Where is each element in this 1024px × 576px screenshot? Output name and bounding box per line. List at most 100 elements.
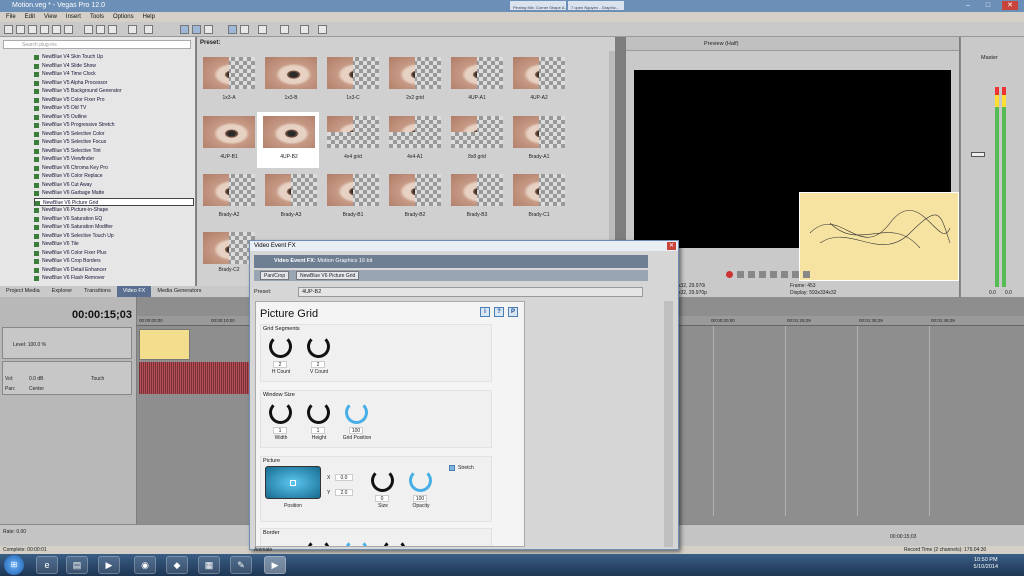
plugin-item[interactable]: NewBlue V6 Color Replace xyxy=(34,172,194,181)
plugin-item[interactable]: NewBlue V6 Saturation Modifier xyxy=(34,223,194,232)
selection-tool-icon[interactable] xyxy=(204,25,213,34)
record-icon[interactable] xyxy=(726,271,733,278)
border-knob-1[interactable] xyxy=(307,539,330,546)
grid-position-knob[interactable] xyxy=(345,401,368,424)
height-knob[interactable] xyxy=(307,401,330,424)
undo-icon[interactable] xyxy=(128,25,137,34)
tab-media-generators[interactable]: Media Generators xyxy=(151,286,207,297)
help-icon[interactable] xyxy=(318,25,327,34)
height-value[interactable]: 1 xyxy=(311,427,325,434)
vegas-pro-icon[interactable]: ▶ xyxy=(264,556,286,574)
menu-insert[interactable]: Insert xyxy=(66,12,81,22)
position-handle[interactable] xyxy=(290,480,296,486)
preview-quality-dropdown[interactable]: Preview (Half) xyxy=(704,41,739,47)
preset-thumb[interactable] xyxy=(203,232,255,264)
browser-tab-2[interactable]: 7 open Nguyen - Graphic... xyxy=(568,1,624,10)
video-track-header[interactable]: Level: 100.0 % xyxy=(2,327,132,359)
lock-envelopes-icon[interactable] xyxy=(280,25,289,34)
plugin-item[interactable]: NewBlue V4 Skin Touch Up xyxy=(34,53,194,62)
plugin-item[interactable]: NewBlue V6 Selective Touch Up xyxy=(34,232,194,241)
play-icon[interactable] xyxy=(759,271,766,278)
app-icon-3[interactable]: ✎ xyxy=(230,556,252,574)
tab-project-media[interactable]: Project Media xyxy=(0,286,46,297)
plugin-item[interactable]: NewBlue V5 Selective Color xyxy=(34,130,194,139)
x-value[interactable]: 0.0 xyxy=(335,474,353,481)
menu-options[interactable]: Options xyxy=(113,12,134,22)
border-knob-3[interactable] xyxy=(383,539,406,546)
browser-tab-1[interactable]: Pinning Mix: Corner Shape A... xyxy=(510,1,566,10)
auto-ripple-icon[interactable] xyxy=(258,25,267,34)
app-icon-2[interactable]: ▦ xyxy=(198,556,220,574)
help-button[interactable]: ? xyxy=(494,307,504,317)
stretch-checkbox[interactable] xyxy=(449,465,455,471)
grid-position-value[interactable]: 100 xyxy=(349,427,363,434)
preset-thumb[interactable] xyxy=(451,57,503,89)
tab-transitions[interactable]: Transitions xyxy=(78,286,117,297)
plugin-item[interactable]: NewBlue V5 Old TV xyxy=(34,104,194,113)
plugin-search-input[interactable]: Search plug-ins xyxy=(3,40,191,49)
minimize-button[interactable]: – xyxy=(960,1,976,10)
open-icon[interactable] xyxy=(16,25,25,34)
fx-chain-picture-grid[interactable]: NewBlue V6 Picture Grid xyxy=(296,271,360,280)
plugin-item[interactable]: NewBlue V5 Alpha Processor xyxy=(34,79,194,88)
menu-help[interactable]: Help xyxy=(143,12,155,22)
auto-crossfade-icon[interactable] xyxy=(240,25,249,34)
fx-close-button[interactable]: ✕ xyxy=(667,242,676,250)
prev-frame-icon[interactable] xyxy=(792,271,799,278)
plugin-item[interactable]: NewBlue V6 Saturation EQ xyxy=(34,215,194,224)
width-value[interactable]: 1 xyxy=(273,427,287,434)
plugin-item[interactable]: NewBlue V5 Selective Tint xyxy=(34,147,194,156)
plugin-item[interactable]: NewBlue V5 Selective Focus xyxy=(34,138,194,147)
automation-mode[interactable]: Touch xyxy=(91,376,104,382)
preset-thumb[interactable] xyxy=(327,57,379,89)
preset-thumb[interactable] xyxy=(451,116,503,148)
preset-thumb[interactable] xyxy=(327,116,379,148)
opacity-value[interactable]: 100 xyxy=(413,495,427,502)
menu-tools[interactable]: Tools xyxy=(90,12,104,22)
video-event[interactable] xyxy=(139,329,190,360)
tab-video-fx[interactable]: Video FX xyxy=(116,286,152,297)
plugin-item[interactable]: NewBlue V5 Outline xyxy=(34,113,194,122)
plugin-item[interactable]: NewBlue V6 Tile xyxy=(34,240,194,249)
fx-scrollbar[interactable] xyxy=(664,301,673,547)
ignore-grouping-icon[interactable] xyxy=(300,25,309,34)
plugin-item[interactable]: NewBlue V5 Background Generator xyxy=(34,87,194,96)
menu-file[interactable]: File xyxy=(6,12,16,22)
next-frame-icon[interactable] xyxy=(803,271,810,278)
normal-edit-tool-icon[interactable] xyxy=(180,25,189,34)
chrome-icon[interactable]: ◉ xyxy=(134,556,156,574)
preset-thumb[interactable] xyxy=(389,116,441,148)
taskbar-clock[interactable]: 10:50 PM 5/10/2014 xyxy=(974,557,998,571)
snapping-icon[interactable] xyxy=(228,25,237,34)
file-explorer-icon[interactable]: ▤ xyxy=(66,556,88,574)
preset-thumb[interactable] xyxy=(203,57,255,89)
paste-icon[interactable] xyxy=(108,25,117,34)
animate-button[interactable]: Animate xyxy=(254,547,272,553)
opacity-knob[interactable] xyxy=(409,469,432,492)
new-icon[interactable] xyxy=(4,25,13,34)
tab-explorer[interactable]: Explorer xyxy=(46,286,78,297)
properties-icon[interactable] xyxy=(64,25,73,34)
preset-thumb[interactable] xyxy=(327,174,379,206)
start-button[interactable]: ⊞ xyxy=(4,555,24,575)
save-as-icon[interactable] xyxy=(40,25,49,34)
plugin-item[interactable]: NewBlue V6 Detail Enhancer xyxy=(34,266,194,275)
stop-icon[interactable] xyxy=(781,271,788,278)
fx-preset-dropdown[interactable]: 4UP-B2 xyxy=(298,287,643,297)
plugin-item[interactable]: NewBlue V6 Color Fixer Plus xyxy=(34,249,194,258)
presets-button[interactable]: P xyxy=(508,307,518,317)
loop-icon[interactable] xyxy=(737,271,744,278)
y-value[interactable]: 2.0 xyxy=(335,489,353,496)
plugin-item[interactable]: NewBlue V6 Garbage Matte xyxy=(34,189,194,198)
plugin-item[interactable]: NewBlue V6 Chroma Key Pro xyxy=(34,164,194,173)
cut-icon[interactable] xyxy=(84,25,93,34)
preset-thumb-selected[interactable] xyxy=(263,116,315,148)
h-count-value[interactable]: 2 xyxy=(273,361,287,368)
preset-thumb[interactable] xyxy=(389,57,441,89)
plugin-item[interactable]: NewBlue V6 Flash Remover xyxy=(34,274,194,283)
preset-thumb[interactable] xyxy=(265,57,317,89)
plugin-item[interactable]: NewBlue V4 Time Clock xyxy=(34,70,194,79)
plugin-item[interactable]: NewBlue V5 Viewfinder xyxy=(34,155,194,164)
preset-thumb[interactable] xyxy=(513,174,565,206)
plugin-item[interactable]: NewBlue V6 Crop Borders xyxy=(34,257,194,266)
